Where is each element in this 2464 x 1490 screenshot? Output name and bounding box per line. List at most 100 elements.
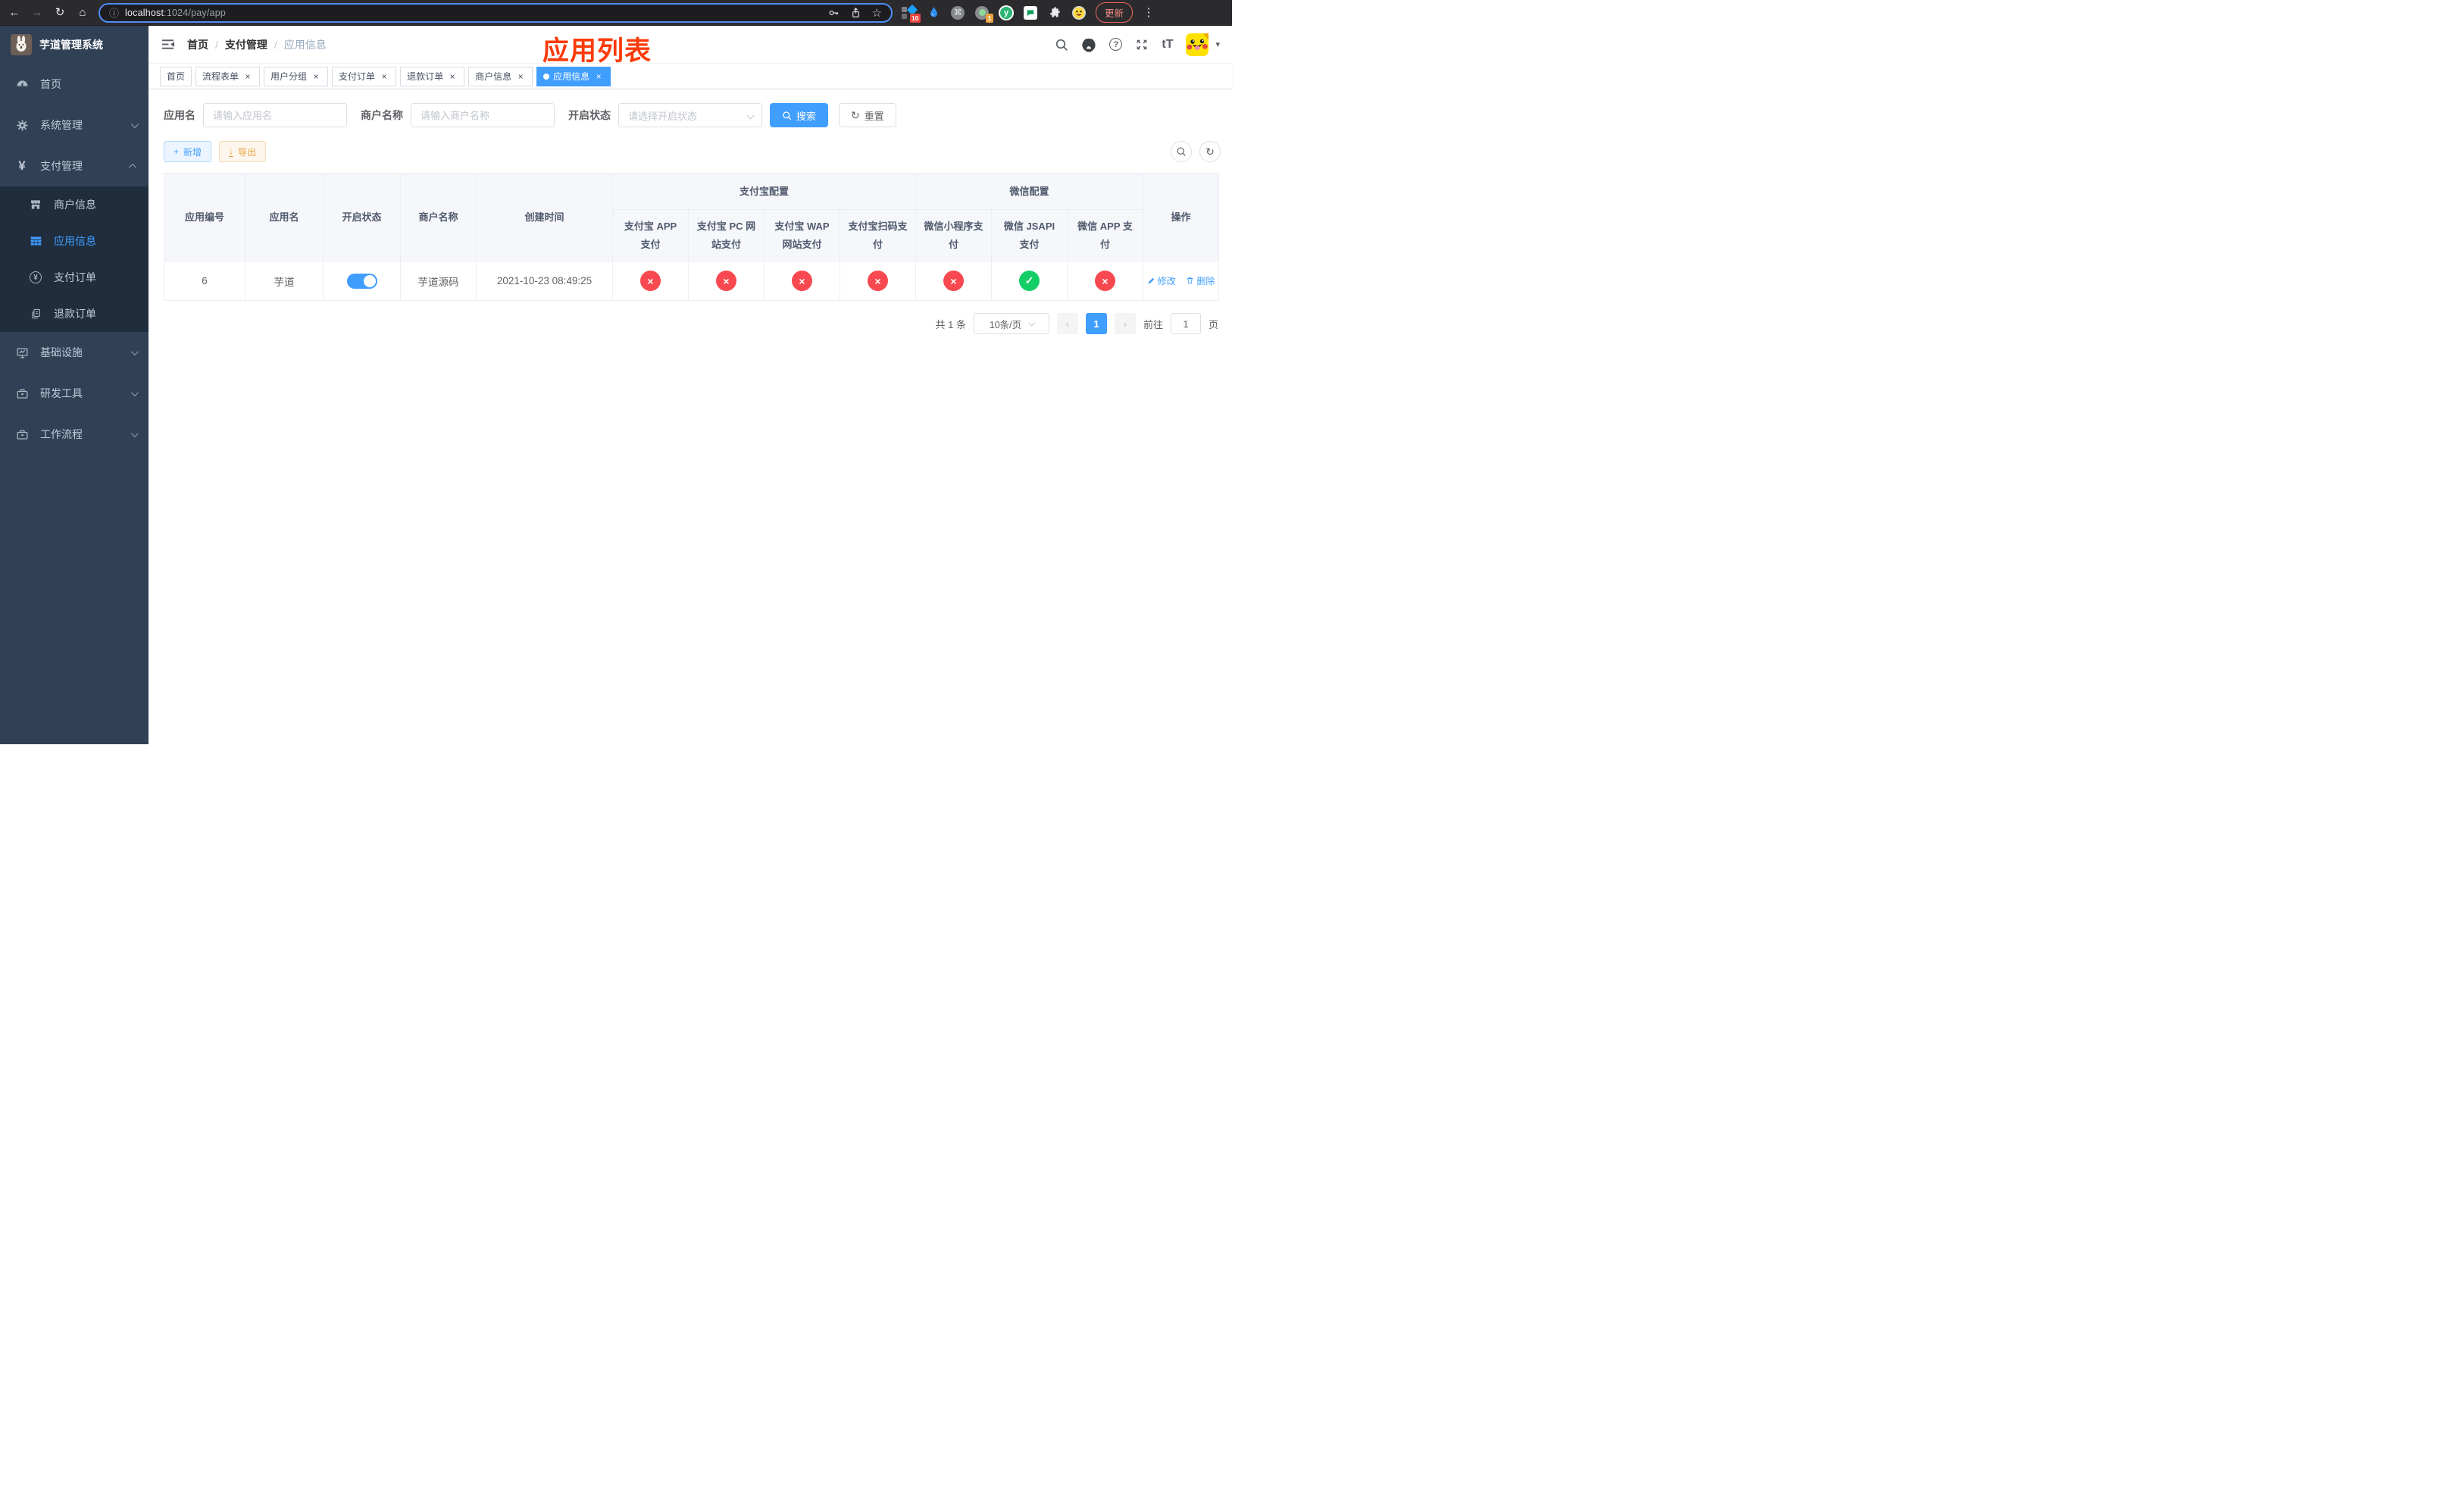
app-name-input[interactable] xyxy=(203,103,347,127)
add-button[interactable]: + 新增 xyxy=(164,141,212,162)
sidebar-item-label: 工作流程 xyxy=(40,428,83,440)
header-search-icon[interactable] xyxy=(1055,38,1068,52)
sidebar-item-infrastructure[interactable]: 基础设施 xyxy=(0,332,149,373)
address-bar[interactable]: ⓘ localhost:1024/pay/app ☆ xyxy=(98,2,893,23)
browser-toolbar: ← → ↻ ⌂ ⓘ localhost:1024/pay/app ☆ 10 ⌘ … xyxy=(0,0,1232,26)
search-icon xyxy=(783,111,792,120)
dashboard-icon xyxy=(15,78,29,91)
app-logo[interactable]: 芋道管理系统 xyxy=(0,26,149,64)
close-icon[interactable]: × xyxy=(379,71,389,82)
sidebar-item-workflow[interactable]: 工作流程 xyxy=(0,414,149,455)
sidebar-item-dev-tools[interactable]: 研发工具 xyxy=(0,373,149,414)
extension-drop-icon[interactable] xyxy=(926,5,941,20)
share-icon[interactable] xyxy=(850,7,861,19)
url-text: localhost:1024/pay/app xyxy=(125,8,226,18)
enabled-switch[interactable] xyxy=(346,273,377,289)
page-1-button[interactable]: 1 xyxy=(1085,313,1107,334)
plus-icon: + xyxy=(174,146,180,157)
home-icon[interactable]: ⌂ xyxy=(76,7,89,18)
tab-app-info[interactable]: 应用信息 × xyxy=(536,66,611,86)
extension-command-icon[interactable]: ⌘ xyxy=(950,5,965,20)
sidebar-item-payment[interactable]: ¥ 支付管理 xyxy=(0,146,149,186)
chrome-update-button[interactable]: 更新 xyxy=(1096,2,1134,23)
export-button[interactable]: ↓ 导出 xyxy=(219,141,267,162)
group-header-alipay: 支付宝配置 xyxy=(611,173,917,210)
sidebar-item-system[interactable]: 系统管理 xyxy=(0,105,149,146)
delete-link[interactable]: 删除 xyxy=(1186,274,1215,287)
search-button[interactable]: 搜索 xyxy=(770,103,829,127)
close-icon[interactable]: × xyxy=(311,71,321,82)
extension-chat-icon[interactable] xyxy=(1023,5,1038,20)
tab-refund-order[interactable]: 退款订单 × xyxy=(400,66,465,86)
bookmark-star-icon[interactable]: ☆ xyxy=(872,6,882,20)
breadcrumb: 首页 / 支付管理 / 应用信息 xyxy=(187,37,327,52)
edit-link[interactable]: 修改 xyxy=(1147,274,1176,287)
font-size-icon[interactable]: tT xyxy=(1162,38,1173,52)
merchant-name-input[interactable] xyxy=(411,103,555,127)
tab-pay-order[interactable]: 支付订单 × xyxy=(332,66,397,86)
sidebar-item-label: 支付订单 xyxy=(54,271,96,283)
status-select[interactable]: 请选择开启状态 xyxy=(618,103,762,127)
tab-merchant-info[interactable]: 商户信息 × xyxy=(468,66,533,86)
documents-icon xyxy=(29,308,42,320)
page-size-select[interactable]: 10条/页 xyxy=(973,313,1049,334)
goto-page-input[interactable] xyxy=(1170,313,1201,334)
status-cross-icon: × xyxy=(1095,271,1116,291)
breadcrumb-home[interactable]: 首页 xyxy=(187,37,208,52)
avatar-caret-icon[interactable]: ▾ xyxy=(1215,39,1220,49)
status-cross-icon: × xyxy=(792,271,812,291)
extension-badge: 10 xyxy=(909,14,921,23)
extension-onetab-icon[interactable]: 1 xyxy=(974,5,993,23)
next-page-button[interactable]: › xyxy=(1114,313,1136,334)
table-toolbar: + 新增 ↓ 导出 ↻ xyxy=(164,141,1221,162)
col-header-alipay-wap: 支付宝 WAP 网站支付 xyxy=(764,209,840,261)
tab-user-group[interactable]: 用户分组 × xyxy=(264,66,329,86)
help-icon[interactable]: ? xyxy=(1109,38,1123,51)
col-header-merchant: 商户名称 xyxy=(400,173,477,261)
chrome-menu-icon[interactable]: ⋮ xyxy=(1142,7,1155,18)
user-avatar[interactable] xyxy=(1186,33,1209,56)
yen-icon: ¥ xyxy=(18,158,26,173)
close-icon[interactable]: × xyxy=(447,71,458,82)
github-icon[interactable] xyxy=(1081,37,1096,52)
tab-home[interactable]: 首页 xyxy=(160,66,192,86)
reset-button[interactable]: ↻ 重置 xyxy=(839,103,896,127)
extensions-puzzle-icon[interactable] xyxy=(1047,5,1062,20)
extension-y-icon[interactable]: y xyxy=(999,5,1014,20)
close-icon[interactable]: × xyxy=(593,71,604,82)
sidebar-item-home[interactable]: 首页 xyxy=(0,64,149,105)
password-key-icon[interactable] xyxy=(827,7,840,19)
sidebar-item-merchant-info[interactable]: 商户信息 xyxy=(0,186,149,223)
col-header-actions: 操作 xyxy=(1143,173,1220,261)
sidebar-collapse-icon[interactable] xyxy=(161,37,175,52)
fullscreen-icon[interactable] xyxy=(1135,38,1149,52)
back-icon[interactable]: ← xyxy=(8,7,21,18)
table-row: 6 芋道 芋道源码 2021-10-23 08:49:25 × × × × × … xyxy=(164,261,1220,301)
sidebar-item-label: 系统管理 xyxy=(40,119,83,131)
toggle-search-button[interactable] xyxy=(1171,141,1192,162)
extension-badge: 1 xyxy=(986,14,993,23)
status-cross-icon: × xyxy=(943,271,965,291)
status-cross-icon: × xyxy=(640,271,661,291)
close-icon[interactable]: × xyxy=(515,71,526,82)
sidebar-item-pay-order[interactable]: ¥ 支付订单 xyxy=(0,259,149,296)
sidebar-item-refund-order[interactable]: 退款订单 xyxy=(0,296,149,332)
browser-profile-avatar[interactable] xyxy=(1071,5,1087,20)
total-count: 共 1 条 xyxy=(935,318,966,330)
close-icon[interactable]: × xyxy=(242,71,253,82)
search-icon xyxy=(1177,147,1186,156)
breadcrumb-payment[interactable]: 支付管理 xyxy=(225,37,267,52)
search-form: 应用名 商户名称 开启状态 请选择开启状态 搜索 ↻ 重置 xyxy=(164,103,1221,127)
sidebar-item-app-info[interactable]: 应用信息 xyxy=(0,223,149,259)
tab-process-form[interactable]: 流程表单 × xyxy=(195,66,261,86)
prev-page-button[interactable]: ‹ xyxy=(1056,313,1078,334)
forward-icon[interactable]: → xyxy=(30,7,44,18)
refresh-icon: ↻ xyxy=(1205,146,1215,158)
site-info-icon[interactable]: ⓘ xyxy=(109,5,119,20)
refresh-table-button[interactable]: ↻ xyxy=(1199,141,1221,162)
cell-app-name: 芋道 xyxy=(245,261,324,301)
page-annotation: 应用列表 xyxy=(543,36,652,66)
extension-pixiv-icon[interactable]: 10 xyxy=(902,4,921,23)
group-header-wechat: 微信配置 xyxy=(915,173,1144,210)
reload-icon[interactable]: ↻ xyxy=(53,7,67,18)
